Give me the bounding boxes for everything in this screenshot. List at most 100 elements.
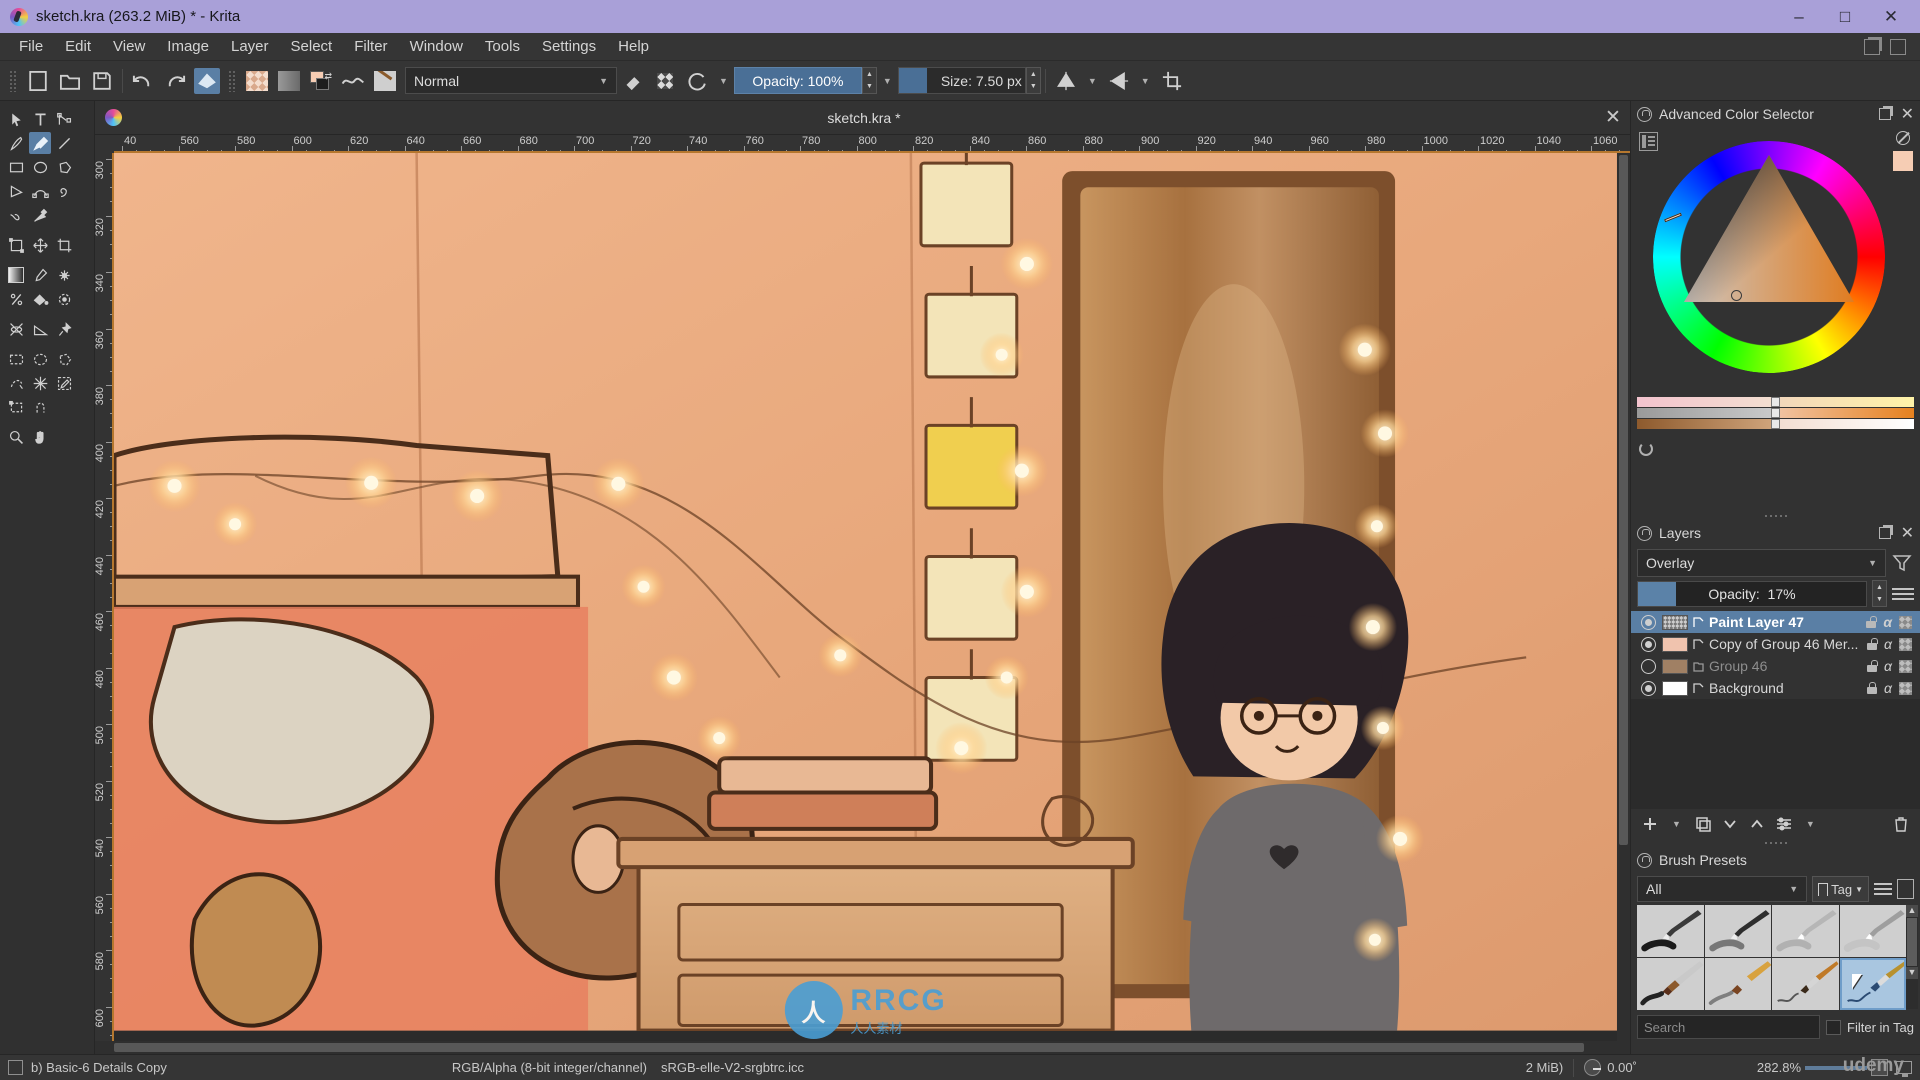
alpha-lock-icon[interactable]: α	[1884, 658, 1892, 674]
resource-storage-icon[interactable]	[1897, 879, 1914, 899]
maximize-button[interactable]: □	[1822, 0, 1868, 33]
ellipse-select-icon[interactable]	[29, 348, 51, 370]
smart-patch-icon[interactable]	[5, 288, 27, 310]
layer-name[interactable]: Paint Layer 47	[1709, 614, 1866, 630]
foreground-color-swatch[interactable]	[1893, 151, 1913, 171]
preset-brush-thin[interactable]	[1772, 958, 1839, 1010]
docker-lock-icon[interactable]	[1637, 106, 1652, 122]
preset-pencil-light[interactable]	[1772, 905, 1839, 957]
menu-settings[interactable]: Settings	[531, 34, 607, 59]
eyedropper-icon[interactable]	[29, 264, 51, 286]
size-stepper[interactable]: ▲ ▼	[1025, 67, 1041, 94]
wrap-around-icon[interactable]	[1159, 68, 1185, 94]
alpha-lock-icon[interactable]: α	[1883, 614, 1892, 630]
cursor-arrow-icon[interactable]	[5, 108, 27, 130]
menu-image[interactable]: Image	[156, 34, 220, 59]
reload-preset-icon[interactable]	[684, 68, 710, 94]
document-tab[interactable]: sketch.kra * ✕	[95, 101, 1630, 135]
gradient-swatch-icon[interactable]	[276, 68, 302, 94]
shade-strips[interactable]	[1637, 397, 1914, 429]
layer-visibility-toggle[interactable]	[1641, 658, 1656, 674]
pin-icon[interactable]	[53, 318, 75, 340]
rect-select-icon[interactable]	[5, 348, 27, 370]
table-row[interactable]: Background α	[1631, 677, 1920, 699]
brush-editor-icon[interactable]	[372, 68, 398, 94]
brush-grid-scrollbar[interactable]: ▲ ▼	[1906, 905, 1918, 1009]
measure-angle-icon[interactable]	[29, 318, 51, 340]
table-row[interactable]: Copy of Group 46 Mer... α	[1631, 633, 1920, 655]
layer-opacity-slider[interactable]: Opacity: 17%	[1637, 580, 1867, 607]
enclose-fill-icon[interactable]	[53, 288, 75, 310]
freehand-path-icon[interactable]	[53, 180, 75, 202]
alpha-inheritance-icon[interactable]	[1899, 637, 1912, 651]
search-input[interactable]: Search	[1637, 1015, 1821, 1039]
layer-lock-icon[interactable]	[1866, 616, 1877, 628]
opacity-dropdown-icon[interactable]: ▼	[877, 76, 898, 86]
shade-handle-3[interactable]	[1771, 419, 1780, 429]
magic-wand-icon[interactable]	[29, 372, 51, 394]
table-row[interactable]: Group 46 α	[1631, 655, 1920, 677]
gradient-icon[interactable]	[5, 264, 27, 286]
scroll-down-arrow-icon[interactable]: ▼	[1906, 967, 1918, 979]
text-t-icon[interactable]	[29, 108, 51, 130]
preset-brush-dark[interactable]	[1637, 958, 1704, 1010]
no-color-icon[interactable]	[1896, 131, 1910, 145]
layer-opacity-stepper[interactable]: ▲ ▼	[1872, 580, 1887, 607]
preset-pencil-soft[interactable]	[1839, 905, 1906, 957]
open-folder-icon[interactable]	[57, 68, 83, 94]
mirror-vertical-icon[interactable]	[1106, 68, 1132, 94]
shade-handle-1[interactable]	[1771, 397, 1780, 407]
layer-lock-icon[interactable]	[1867, 660, 1878, 672]
horizontal-ruler[interactable]: 40 560 580 600 620 640 660 680 700 720 740 760 780 80…	[114, 135, 1630, 153]
shade-handle-2[interactable]	[1771, 408, 1780, 418]
foreground-background-color-icon[interactable]: ⇄	[308, 68, 334, 94]
alpha-lock-icon[interactable]: α	[1884, 680, 1892, 696]
menu-select[interactable]: Select	[280, 34, 344, 59]
alpha-lock-icon[interactable]: α	[1884, 636, 1892, 652]
paint-bucket-icon[interactable]	[29, 288, 51, 310]
current-preset-icon[interactable]	[8, 1060, 23, 1075]
eraser-icon[interactable]	[620, 68, 646, 94]
polygon-icon[interactable]	[53, 156, 75, 178]
tag-button[interactable]: Tag ▼	[1812, 876, 1869, 902]
color-picker-dot[interactable]	[1731, 290, 1742, 301]
canvas-viewport[interactable]: 人 RRCG 人人素材	[114, 153, 1617, 1041]
table-row[interactable]: Paint Layer 47 α	[1631, 611, 1920, 633]
line-icon[interactable]	[53, 132, 75, 154]
assistant-icon[interactable]	[5, 318, 27, 340]
add-layer-button[interactable]	[1639, 813, 1661, 835]
filter-in-tag-checkbox[interactable]	[1826, 1019, 1842, 1035]
new-document-icon[interactable]	[25, 68, 51, 94]
menu-view[interactable]: View	[102, 34, 156, 59]
preset-ink-pen-soft[interactable]	[1704, 905, 1771, 957]
canvas-rotation-icon[interactable]	[1584, 1059, 1602, 1076]
mirror-v-dropdown-icon[interactable]: ▼	[1135, 76, 1156, 86]
size-slider[interactable]: Size: 7.50 px	[897, 67, 1026, 94]
docker-toggle-icon[interactable]	[1890, 38, 1906, 55]
preset-brush-tapered[interactable]	[1704, 958, 1771, 1010]
docker-splitter-2[interactable]	[1631, 839, 1920, 847]
duplicate-layer-button[interactable]	[1692, 813, 1714, 835]
close-docker-icon[interactable]: ✕	[1901, 104, 1914, 124]
multibrush-icon[interactable]	[29, 204, 51, 226]
layer-name[interactable]: Copy of Group 46 Mer...	[1709, 636, 1867, 652]
preserve-alpha-icon[interactable]	[652, 68, 678, 94]
opacity-slider[interactable]: Opacity: 100%	[733, 67, 862, 94]
delete-layer-button[interactable]	[1890, 813, 1912, 835]
reset-color-icon[interactable]	[1639, 442, 1653, 456]
colorize-mask-icon[interactable]	[53, 264, 75, 286]
magnetic-select-icon[interactable]	[29, 396, 51, 418]
transform-box-icon[interactable]	[5, 234, 27, 256]
menu-window[interactable]: Window	[399, 34, 474, 59]
layer-visibility-toggle[interactable]	[1641, 680, 1656, 696]
menu-help[interactable]: Help	[607, 34, 660, 59]
blend-mode-selector[interactable]: Normal ▼	[405, 67, 617, 94]
docker-lock-icon[interactable]	[1637, 852, 1652, 868]
scroll-up-arrow-icon[interactable]: ▲	[1906, 905, 1918, 917]
redo-arrow-icon[interactable]	[162, 68, 188, 94]
docker-splitter[interactable]	[1631, 512, 1920, 520]
menu-file[interactable]: File	[8, 34, 54, 59]
paintbrush-icon[interactable]	[29, 132, 51, 154]
pattern-swatch-icon[interactable]	[244, 68, 270, 94]
close-document-icon[interactable]: ✕	[1596, 106, 1630, 129]
